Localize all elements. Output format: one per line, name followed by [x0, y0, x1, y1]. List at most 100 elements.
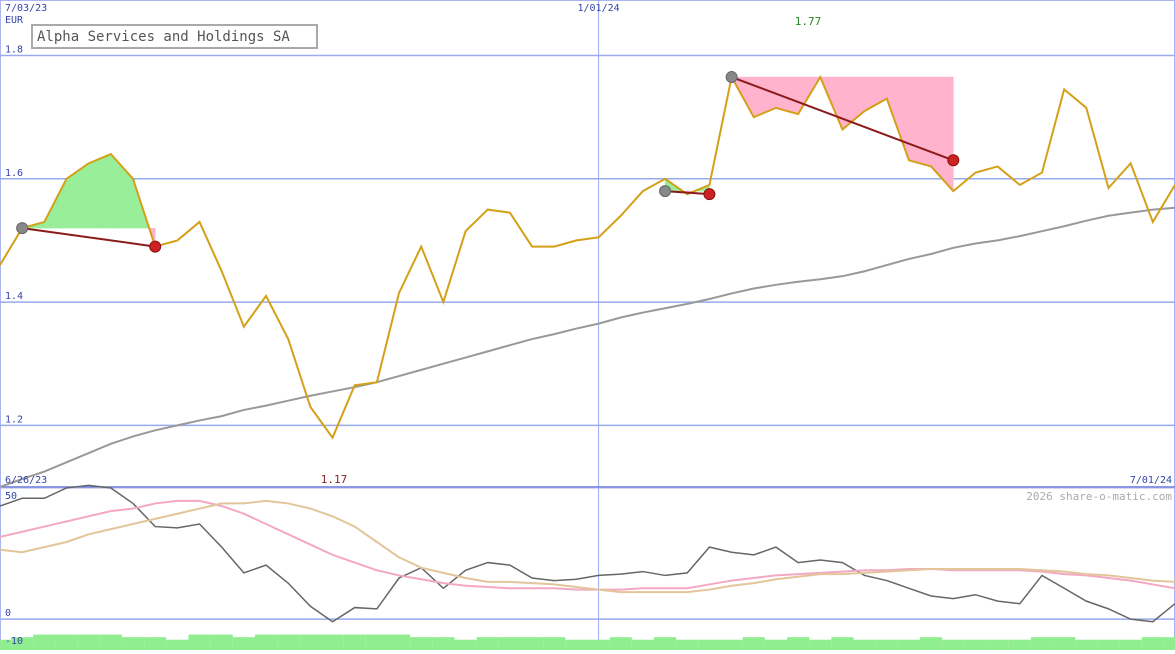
signal-shade-segment: [761, 76, 766, 115]
signal-shade-segment: [63, 178, 67, 229]
x-tick-label: 7/03/23: [5, 3, 47, 14]
signal-shade-segment: [853, 76, 857, 121]
signal-shade-segment: [753, 76, 757, 118]
signal-end-marker: [149, 240, 162, 253]
signal-shade-segment: [925, 76, 929, 167]
signal-shade-segment: [908, 76, 912, 162]
signal-start-marker: [16, 222, 29, 235]
signal-shade-segment: [80, 166, 84, 229]
histogram-bar: [99, 634, 122, 650]
histogram-bar: [1008, 639, 1031, 650]
histogram-bar: [476, 637, 499, 650]
signal-shade-segment: [939, 76, 943, 180]
histogram-bar: [1053, 637, 1076, 650]
signal-shade-segment: [869, 76, 874, 109]
signal-shade-segment: [875, 76, 879, 106]
histogram-bar: [254, 634, 278, 650]
chart-canvas: 1.2 1.4 1.6 1.8 7/03/23 1/01/24 6/26/23 7/01/24…: [0, 0, 1175, 650]
signal-shade-segment: [881, 76, 885, 103]
signal-shade-segment: [856, 76, 860, 119]
histogram-bar: [720, 639, 743, 650]
x-tick-label: 7/01/24: [1130, 475, 1172, 486]
signal-shade-segment: [127, 171, 131, 229]
signal-shade-segment: [950, 76, 954, 192]
histogram-bar: [853, 639, 876, 650]
histogram-bar: [831, 637, 854, 650]
histogram-bar: [964, 639, 987, 650]
signal-shade-segment: [91, 160, 95, 229]
histogram-bar: [897, 639, 921, 650]
signal-shade-segment: [102, 156, 106, 229]
signal-shade-segment: [883, 76, 888, 101]
histogram-bar: [1119, 639, 1142, 650]
signal-shade-segment: [858, 76, 863, 117]
signal-shade-segment: [850, 76, 854, 124]
signal-shade-segment: [759, 76, 763, 116]
y-tick-label: 1.8: [5, 44, 23, 55]
signal-shade-segment: [900, 76, 904, 145]
histogram-bar: [676, 639, 699, 650]
histogram-bar: [321, 634, 344, 650]
histogram-bar: [698, 639, 721, 650]
histogram-bar: [432, 637, 455, 650]
signal-shade-segment: [778, 76, 782, 110]
chart-title: Alpha Services and Holdings SA: [37, 29, 290, 45]
signal-shade-segment: [795, 76, 799, 115]
signal-shade-segment: [99, 157, 103, 229]
share-price-chart: 1.2 1.4 1.6 1.8 7/03/23 1/01/24 6/26/23 7/01/24…: [0, 0, 1175, 650]
histogram-bar: [343, 634, 366, 650]
signal-shade-segment: [914, 76, 918, 163]
histogram-bar: [1075, 639, 1098, 650]
signal-shade-segment: [74, 170, 78, 229]
signal-shade-segment: [941, 76, 946, 183]
signal-shade-segment: [107, 153, 112, 229]
signal-shade-segment: [847, 76, 852, 126]
signal-shade-segment: [792, 76, 796, 114]
signal-shade-segment: [88, 161, 92, 229]
oscillator-y-tick-label: 0: [5, 608, 11, 619]
signal-shade-segment: [922, 76, 926, 166]
signal-shade-segment: [96, 158, 101, 229]
signal-shade-segment: [947, 76, 951, 189]
histogram-bar: [587, 639, 610, 650]
y-tick-label: 1.2: [5, 414, 23, 425]
x-tick-label: 6/26/23: [5, 475, 47, 486]
histogram-bar: [387, 634, 411, 650]
signal-shade-segment: [936, 76, 940, 177]
histogram-bar: [787, 637, 810, 650]
signal-shade-segment: [919, 76, 924, 165]
signal-shade-segment: [66, 176, 70, 229]
histogram-bar: [365, 634, 388, 650]
signal-shade-segment: [842, 76, 846, 130]
histogram-bar: [631, 639, 655, 650]
currency-label: EUR: [5, 15, 24, 26]
histogram-bar: [277, 634, 300, 650]
histogram-bar: [520, 637, 544, 650]
signal-shade-segment: [781, 76, 785, 111]
signal-start-marker: [725, 71, 738, 84]
histogram-bar: [609, 637, 632, 650]
signal-start-marker: [659, 185, 672, 198]
signal-shade-segment: [93, 159, 98, 229]
signal-shade-segment: [118, 162, 123, 229]
histogram-bar: [742, 637, 765, 650]
signal-shade-segment: [770, 76, 774, 111]
signal-shade-segment: [905, 76, 910, 161]
signal-shade-segment: [944, 76, 949, 186]
signal-end-marker: [703, 188, 716, 201]
histogram-bar: [764, 639, 788, 650]
signal-end-marker: [947, 154, 960, 167]
histogram-bar: [498, 637, 521, 650]
signal-shade-segment: [69, 174, 73, 229]
x-tick-label: 1/01/24: [578, 3, 620, 14]
histogram-bar: [1097, 639, 1120, 650]
signal-shade-segment: [71, 172, 76, 229]
signal-shade-segment: [105, 154, 109, 229]
histogram-bar: [188, 634, 211, 650]
signal-shade-segment: [864, 76, 868, 112]
signal-shade-segment: [77, 168, 81, 229]
signal-shade-segment: [933, 76, 937, 174]
histogram-bar: [144, 637, 167, 650]
signal-shade-segment: [113, 156, 117, 229]
signal-shade-segment: [82, 164, 87, 229]
